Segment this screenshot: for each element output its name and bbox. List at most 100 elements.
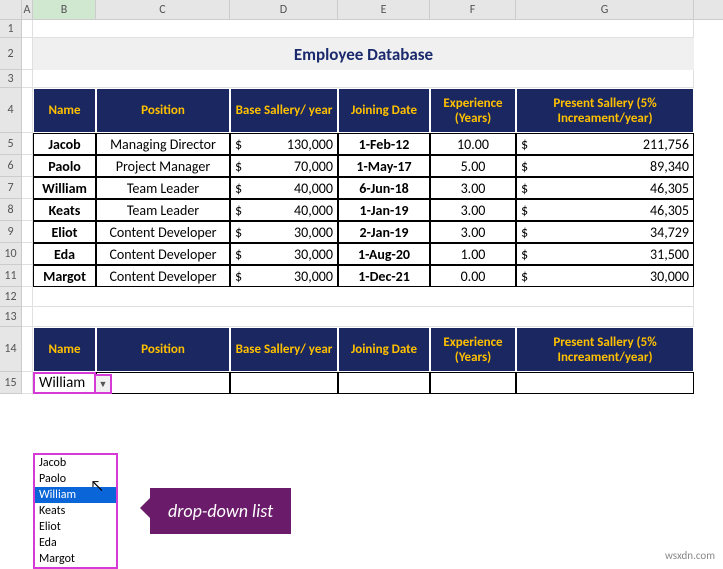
select-all-corner[interactable] bbox=[0, 0, 22, 19]
row-8[interactable]: 8 bbox=[0, 199, 22, 221]
cell-name[interactable]: Jacob bbox=[33, 133, 96, 155]
cell-position[interactable]: Content Developer bbox=[96, 221, 230, 243]
cell-position[interactable]: Team Leader bbox=[96, 177, 230, 199]
cell-base-empty[interactable] bbox=[230, 372, 338, 394]
th-exp: Experience (Years) bbox=[430, 88, 516, 133]
dropdown-value: William bbox=[39, 374, 85, 392]
cell-present-empty[interactable] bbox=[516, 372, 694, 394]
dropdown-option[interactable]: Margot bbox=[35, 551, 116, 567]
cell-joining[interactable]: 1-Dec-21 bbox=[338, 265, 430, 287]
cell-present[interactable]: $46,305 bbox=[516, 199, 694, 221]
cell-exp[interactable]: 0.00 bbox=[430, 265, 516, 287]
cell-joining[interactable]: 1-Feb-12 bbox=[338, 133, 430, 155]
row-1[interactable]: 1 bbox=[0, 20, 22, 38]
callout-label: drop-down list bbox=[150, 488, 291, 534]
dropdown-option[interactable]: Jacob bbox=[35, 455, 116, 471]
th-name: Name bbox=[33, 88, 96, 133]
cell-position[interactable]: Content Developer bbox=[96, 243, 230, 265]
table-row: Paolo Project Manager $70,000 1-May-17 5… bbox=[22, 155, 694, 177]
row-headers[interactable]: 1 2 3 4 5 6 7 8 9 10 11 12 13 14 15 bbox=[0, 20, 22, 394]
row-2[interactable]: 2 bbox=[0, 38, 22, 70]
cell-present[interactable]: $46,305 bbox=[516, 177, 694, 199]
col-F[interactable]: F bbox=[430, 0, 516, 19]
cell-joining[interactable]: 2-Jan-19 bbox=[338, 221, 430, 243]
page-title: Employee Database bbox=[294, 44, 433, 65]
row-7[interactable]: 7 bbox=[0, 177, 22, 199]
row-13[interactable]: 13 bbox=[0, 307, 22, 327]
cell-exp-empty[interactable] bbox=[430, 372, 516, 394]
cell-exp[interactable]: 3.00 bbox=[430, 199, 516, 221]
watermark: wsxdn.com bbox=[665, 549, 715, 562]
cell-base[interactable]: $70,000 bbox=[230, 155, 338, 177]
row-11[interactable]: 11 bbox=[0, 265, 22, 287]
col-C[interactable]: C bbox=[96, 0, 230, 19]
cell-position[interactable]: Team Leader bbox=[96, 199, 230, 221]
row-12[interactable]: 12 bbox=[0, 287, 22, 307]
cell-present[interactable]: $211,756 bbox=[516, 133, 694, 155]
cell-exp[interactable]: 5.00 bbox=[430, 155, 516, 177]
th-base: Base Sallery/ year bbox=[230, 88, 338, 133]
table-row: Eliot Content Developer $30,000 2-Jan-19… bbox=[22, 221, 694, 243]
grid[interactable]: Employee Database Name Position Base Sal… bbox=[22, 20, 694, 394]
cell-name[interactable]: Eliot bbox=[33, 221, 96, 243]
cell-exp[interactable]: 10.00 bbox=[430, 133, 516, 155]
cell-base[interactable]: $40,000 bbox=[230, 199, 338, 221]
cell-name[interactable]: Keats bbox=[33, 199, 96, 221]
cell-name[interactable]: Eda bbox=[33, 243, 96, 265]
cell-name[interactable]: Margot bbox=[33, 265, 96, 287]
cell-base[interactable]: $130,000 bbox=[230, 133, 338, 155]
cell-joining[interactable]: 6-Jun-18 bbox=[338, 177, 430, 199]
cell-base[interactable]: $30,000 bbox=[230, 221, 338, 243]
table-row: Margot Content Developer $30,000 1-Dec-2… bbox=[22, 265, 694, 287]
dropdown-option[interactable]: Keats bbox=[35, 503, 116, 519]
th2-base: Base Sallery/ year bbox=[230, 327, 338, 372]
cell-base[interactable]: $30,000 bbox=[230, 243, 338, 265]
table-row: Eda Content Developer $30,000 1-Aug-20 1… bbox=[22, 243, 694, 265]
row-3[interactable]: 3 bbox=[0, 70, 22, 88]
cell-joining[interactable]: 1-Aug-20 bbox=[338, 243, 430, 265]
col-A[interactable]: A bbox=[22, 0, 33, 19]
cell-joining[interactable]: 1-May-17 bbox=[338, 155, 430, 177]
cell-present[interactable]: $34,729 bbox=[516, 221, 694, 243]
cell-name[interactable]: Paolo bbox=[33, 155, 96, 177]
cell-present[interactable]: $31,500 bbox=[516, 243, 694, 265]
cell-joining[interactable]: 1-Jan-19 bbox=[338, 199, 430, 221]
row-10[interactable]: 10 bbox=[0, 243, 22, 265]
cell-exp[interactable]: 3.00 bbox=[430, 177, 516, 199]
row-5[interactable]: 5 bbox=[0, 133, 22, 155]
cell-position[interactable]: Managing Director bbox=[96, 133, 230, 155]
dropdown-list[interactable]: JacobPaoloWilliamKeatsEliotEdaMargot bbox=[33, 453, 118, 569]
column-headers[interactable]: A B C D E F G bbox=[0, 0, 723, 20]
dropdown-option[interactable]: Eliot bbox=[35, 519, 116, 535]
cell-joining-empty[interactable] bbox=[338, 372, 430, 394]
cell-present[interactable]: $89,340 bbox=[516, 155, 694, 177]
table-row: Keats Team Leader $40,000 1-Jan-19 3.00 … bbox=[22, 199, 694, 221]
th-joining: Joining Date bbox=[338, 88, 430, 133]
dropdown-cell[interactable]: William ▼ bbox=[33, 372, 96, 394]
row-9[interactable]: 9 bbox=[0, 221, 22, 243]
col-B[interactable]: B bbox=[33, 0, 96, 19]
cell-base[interactable]: $30,000 bbox=[230, 265, 338, 287]
row-6[interactable]: 6 bbox=[0, 155, 22, 177]
th2-position: Position bbox=[96, 327, 230, 372]
cell-exp[interactable]: 1.00 bbox=[430, 243, 516, 265]
th2-name: Name bbox=[33, 327, 96, 372]
dropdown-option[interactable]: Eda bbox=[35, 535, 116, 551]
col-D[interactable]: D bbox=[230, 0, 338, 19]
table-row: William Team Leader $40,000 6-Jun-18 3.0… bbox=[22, 177, 694, 199]
row-4[interactable]: 4 bbox=[0, 88, 22, 133]
cell-present[interactable]: $30,000 bbox=[516, 265, 694, 287]
cell-position[interactable]: Project Manager bbox=[96, 155, 230, 177]
col-E[interactable]: E bbox=[338, 0, 430, 19]
row-14[interactable]: 14 bbox=[0, 327, 22, 372]
th-present: Present Sallery (5% Increament/year) bbox=[516, 88, 694, 133]
cell-position[interactable]: Content Developer bbox=[96, 265, 230, 287]
col-G[interactable]: G bbox=[516, 0, 694, 19]
table-row: Jacob Managing Director $130,000 1-Feb-1… bbox=[22, 133, 694, 155]
cell-position-empty[interactable] bbox=[96, 372, 230, 394]
dropdown-arrow-icon[interactable]: ▼ bbox=[94, 374, 112, 394]
cell-base[interactable]: $40,000 bbox=[230, 177, 338, 199]
cell-exp[interactable]: 3.00 bbox=[430, 221, 516, 243]
cell-name[interactable]: William bbox=[33, 177, 96, 199]
row-15[interactable]: 15 bbox=[0, 372, 22, 394]
